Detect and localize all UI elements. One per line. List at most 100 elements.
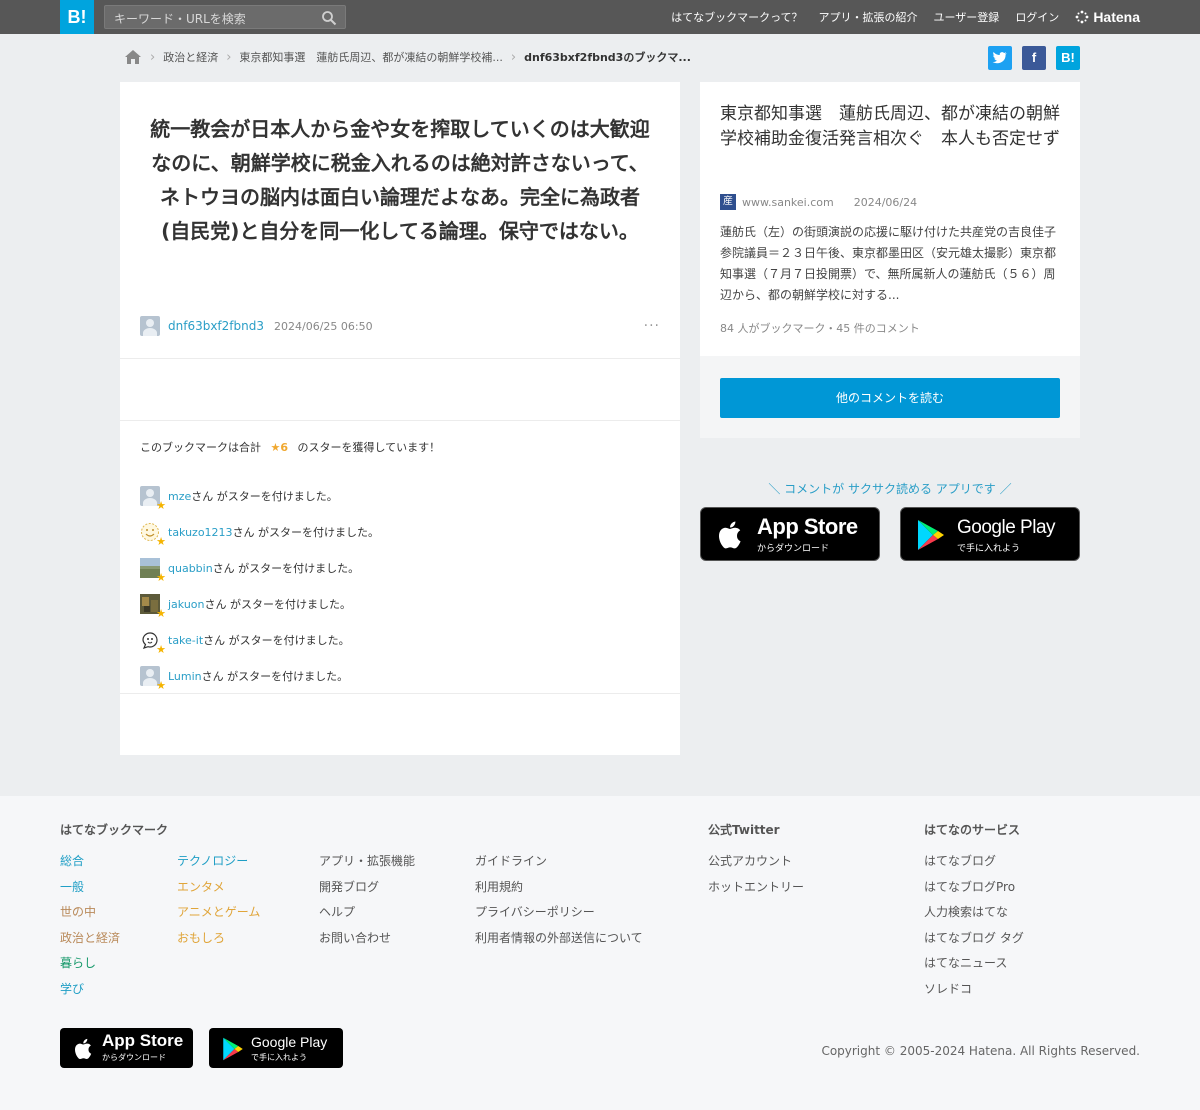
footer-link[interactable]: ソレドコ xyxy=(924,980,1024,1006)
nav-login[interactable]: ログイン xyxy=(1015,9,1059,25)
star-summary-prefix: このブックマークは合計 xyxy=(140,441,261,454)
footer-col-info: アプリ・拡張機能 開発ブログ ヘルプ お問い合わせ xyxy=(319,852,415,954)
star-list: ★ mze さん がスターを付けました。 ★ takuzo1213 さん がスターを… xyxy=(140,478,379,694)
footer-link[interactable]: 公式アカウント xyxy=(708,852,804,878)
appstore-sublabel: からダウンロード xyxy=(757,544,830,554)
googleplay-sublabel: で手に入れよう xyxy=(957,544,1021,554)
hatebu-logo[interactable]: B! xyxy=(60,0,94,34)
footer-link[interactable]: アニメとゲーム xyxy=(177,903,260,929)
hatebu-share-button[interactable]: B! xyxy=(1056,46,1080,70)
footer-heading: はてなブックマーク xyxy=(60,823,169,837)
footer-google-play-button[interactable]: Google Play で手に入れよう xyxy=(209,1028,343,1068)
avatar[interactable]: ★ xyxy=(140,666,166,692)
appstore-label: App Store xyxy=(102,1031,184,1050)
entry-date: 2024/06/24 xyxy=(853,195,918,209)
footer-link[interactable]: はてなブログPro xyxy=(924,878,1024,904)
search-input[interactable]: キーワード・URLを検索 xyxy=(104,5,346,29)
chevron-right-icon: › xyxy=(510,49,517,65)
footer-link[interactable]: はてなブログ タグ xyxy=(924,929,1024,955)
home-icon[interactable] xyxy=(124,49,142,65)
breadcrumb: › 政治と経済 › 東京都知事選 蓮舫氏周辺、都が凍結の朝鮮学校補... › d… xyxy=(124,47,691,67)
appstore-label: App Store xyxy=(757,514,858,539)
avatar[interactable]: ★ xyxy=(140,558,166,584)
footer-link[interactable]: ガイドライン xyxy=(475,852,643,878)
star-user-suffix: さん がスターを付けました。 xyxy=(212,562,360,575)
entry-card[interactable]: 東京都知事選 蓮舫氏周辺、都が凍結の朝鮮学校補助金復活発言相次ぐ 本人も否定せず… xyxy=(700,82,1080,356)
footer-link[interactable]: プライバシーポリシー xyxy=(475,903,643,929)
avatar[interactable]: ★ xyxy=(140,630,166,656)
entry-meta: 産 www.sankei.com 2024/06/24 xyxy=(720,194,917,210)
footer: はてなブックマーク 総合 一般 世の中 政治と経済 暮らし 学び テクノロジー … xyxy=(0,796,1200,1110)
star-user-suffix: さん がスターを付けました。 xyxy=(203,634,350,647)
facebook-share-button[interactable]: f xyxy=(1022,46,1046,70)
star-summary: このブックマークは合計 ★6 のスターを獲得しています！ xyxy=(140,439,440,455)
entry-title[interactable]: 東京都知事選 蓮舫氏周辺、都が凍結の朝鮮学校補助金復活発言相次ぐ 本人も否定せず xyxy=(720,102,1066,152)
footer-link[interactable]: 世の中 xyxy=(60,903,168,929)
app-store-button[interactable]: App Store からダウンロード xyxy=(700,507,880,561)
footer-link[interactable]: 政治と経済 xyxy=(60,929,168,955)
entry-domain[interactable]: www.sankei.com xyxy=(742,196,834,209)
comment-username[interactable]: dnf63bxf2fbnd3 xyxy=(168,319,264,333)
avatar[interactable] xyxy=(140,316,160,336)
googleplay-label: Google Play xyxy=(957,517,1056,538)
footer-link[interactable]: テクノロジー xyxy=(177,852,260,878)
chevron-right-icon: › xyxy=(150,49,156,65)
footer-link[interactable]: 開発ブログ xyxy=(319,878,415,904)
footer-link[interactable]: ホットエントリー xyxy=(708,878,804,904)
hatena-dots-icon xyxy=(1075,10,1089,24)
hatena-brand-link[interactable]: Hatena xyxy=(1075,9,1140,25)
apple-icon xyxy=(75,1038,92,1060)
nav-apps[interactable]: アプリ・拡張の紹介 xyxy=(819,9,918,25)
footer-link[interactable]: はてなブログ xyxy=(924,852,1024,878)
footer-link[interactable]: エンタメ xyxy=(177,878,260,904)
footer-link[interactable]: 総合 xyxy=(60,852,168,878)
footer-heading: はてなのサービス xyxy=(924,823,1021,837)
star-user-name[interactable]: takuzo1213 xyxy=(168,526,233,539)
list-item: ★ jakuon さん がスターを付けました。 xyxy=(140,586,379,622)
twitter-share-button[interactable] xyxy=(988,46,1012,70)
star-count: ★6 xyxy=(270,441,289,454)
bookmark-comment-text: 統一教会が日本人から金や女を搾取していくのは大歓迎なのに、朝鮮学校に税金入れるの… xyxy=(150,117,650,243)
appstore-sublabel: からダウンロード xyxy=(102,1053,166,1062)
divider xyxy=(120,358,680,359)
footer-link[interactable]: アプリ・拡張機能 xyxy=(319,852,415,878)
star-user-name[interactable]: mze xyxy=(168,490,191,503)
comment-author-row: dnf63bxf2fbnd3 2024/06/25 06:50 ··· xyxy=(140,316,660,336)
chevron-right-icon: › xyxy=(226,49,232,65)
footer-link[interactable]: 利用者情報の外部送信について xyxy=(475,929,643,955)
star-icon: ★ xyxy=(156,535,166,548)
footer-app-store-button[interactable]: App Store からダウンロード xyxy=(60,1028,193,1068)
nav-about[interactable]: はてなブックマークって？ xyxy=(671,9,802,25)
star-user-name[interactable]: take-it xyxy=(168,634,203,647)
star-user-name[interactable]: Lumin xyxy=(168,670,202,683)
divider xyxy=(120,693,680,694)
search-icon[interactable] xyxy=(321,10,337,26)
star-icon: ★ xyxy=(156,607,166,620)
star-user-name[interactable]: jakuon xyxy=(168,598,205,611)
read-more-comments-button[interactable]: 他のコメントを読む xyxy=(720,378,1060,418)
footer-link[interactable]: ヘルプ xyxy=(319,903,415,929)
avatar[interactable]: ★ xyxy=(140,594,166,620)
nav-register[interactable]: ユーザー登録 xyxy=(934,9,1000,25)
more-options-icon[interactable]: ··· xyxy=(644,318,660,334)
footer-link[interactable]: 学び xyxy=(60,980,168,1006)
footer-link[interactable]: 利用規約 xyxy=(475,878,643,904)
avatar[interactable]: ★ xyxy=(140,522,166,548)
footer-link[interactable]: 暮らし xyxy=(60,954,168,980)
list-item: ★ Lumin さん がスターを付けました。 xyxy=(140,658,379,694)
footer-link[interactable]: お問い合わせ xyxy=(319,929,415,955)
footer-link[interactable]: 一般 xyxy=(60,878,168,904)
entry-bookmark-count[interactable]: 84 人がブックマーク・45 件のコメント xyxy=(720,320,920,336)
avatar[interactable]: ★ xyxy=(140,486,166,512)
entry-description: 蓮舫氏（左）の街頭演説の応援に駆け付けた共産党の吉良佳子参院議員＝２３日午後、東… xyxy=(720,225,1057,302)
footer-link[interactable]: 人力検索はてな xyxy=(924,903,1024,929)
top-nav: はてなブックマークって？ アプリ・拡張の紹介 ユーザー登録 ログイン Haten… xyxy=(671,0,1140,34)
footer-link[interactable]: はてなニュース xyxy=(924,954,1024,980)
breadcrumb-category[interactable]: 政治と経済 xyxy=(163,49,218,65)
star-user-name[interactable]: quabbin xyxy=(168,562,213,575)
breadcrumb-entry[interactable]: 東京都知事選 蓮舫氏周辺、都が凍結の朝鮮学校補... xyxy=(239,49,503,65)
comment-date: 2024/06/25 06:50 xyxy=(274,319,373,333)
footer-link[interactable]: おもしろ xyxy=(177,929,260,955)
google-play-button[interactable]: Google Play で手に入れよう xyxy=(900,507,1080,561)
top-bar: B! キーワード・URLを検索 はてなブックマークって？ アプリ・拡張の紹介 ユ… xyxy=(0,0,1200,34)
